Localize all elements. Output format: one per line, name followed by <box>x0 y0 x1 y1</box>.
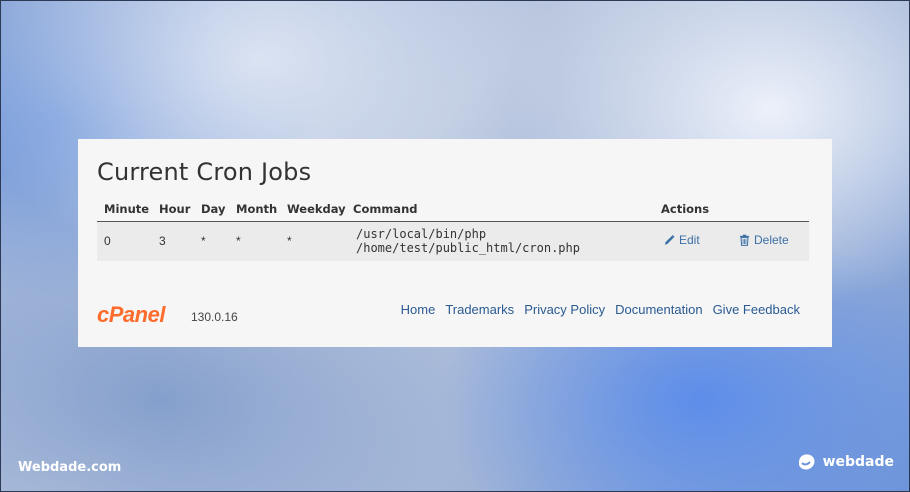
cron-jobs-panel: Current Cron Jobs Minute Hour Day Month … <box>78 139 832 347</box>
cell-command: /usr/local/bin/php /home/test/public_htm… <box>346 221 654 261</box>
cell-weekday: * <box>280 221 346 261</box>
cpanel-footer: cPanel 130.0.16 Home Trademarks Privacy … <box>97 300 809 328</box>
edit-label: Edit <box>679 233 700 248</box>
delete-button[interactable]: Delete <box>739 233 789 247</box>
delete-label: Delete <box>754 233 789 248</box>
column-header-actions: Actions <box>654 198 732 222</box>
cpanel-logo[interactable]: cPanel <box>97 302 165 328</box>
footer-link-privacy-policy[interactable]: Privacy Policy <box>524 302 605 317</box>
watermark-right-text: webdade <box>822 454 894 470</box>
column-header-day: Day <box>194 198 229 222</box>
watermark-left: Webdade.com <box>18 460 122 475</box>
edit-button[interactable]: Edit <box>664 233 700 247</box>
column-header-weekday: Weekday <box>280 198 346 222</box>
footer-link-give-feedback[interactable]: Give Feedback <box>713 302 800 317</box>
trash-icon <box>739 234 750 247</box>
footer-links: Home Trademarks Privacy Policy Documenta… <box>401 302 800 317</box>
pencil-icon <box>664 235 675 245</box>
watermark-right: webdade <box>795 452 894 472</box>
footer-link-trademarks[interactable]: Trademarks <box>445 302 514 317</box>
footer-link-documentation[interactable]: Documentation <box>615 302 702 317</box>
table-header-row: Minute Hour Day Month Weekday Command Ac… <box>97 198 809 222</box>
cpanel-version: 130.0.16 <box>191 310 238 324</box>
column-header-hour: Hour <box>152 198 194 222</box>
cron-jobs-table: Minute Hour Day Month Weekday Command Ac… <box>97 198 809 261</box>
cell-minute: 0 <box>97 221 152 261</box>
cell-month: * <box>229 221 280 261</box>
cell-day: * <box>194 221 229 261</box>
cell-hour: 3 <box>152 221 194 261</box>
table-row: 0 3 * * * /usr/local/bin/php /home/test/… <box>97 221 809 261</box>
cell-delete: Delete <box>732 221 809 261</box>
column-header-blank <box>732 198 809 222</box>
webdade-logo-icon <box>798 454 815 470</box>
page-title: Current Cron Jobs <box>97 158 312 186</box>
cell-edit: Edit <box>654 221 732 261</box>
column-header-minute: Minute <box>97 198 152 222</box>
footer-link-home[interactable]: Home <box>401 302 436 317</box>
column-header-month: Month <box>229 198 280 222</box>
column-header-command: Command <box>346 198 654 222</box>
